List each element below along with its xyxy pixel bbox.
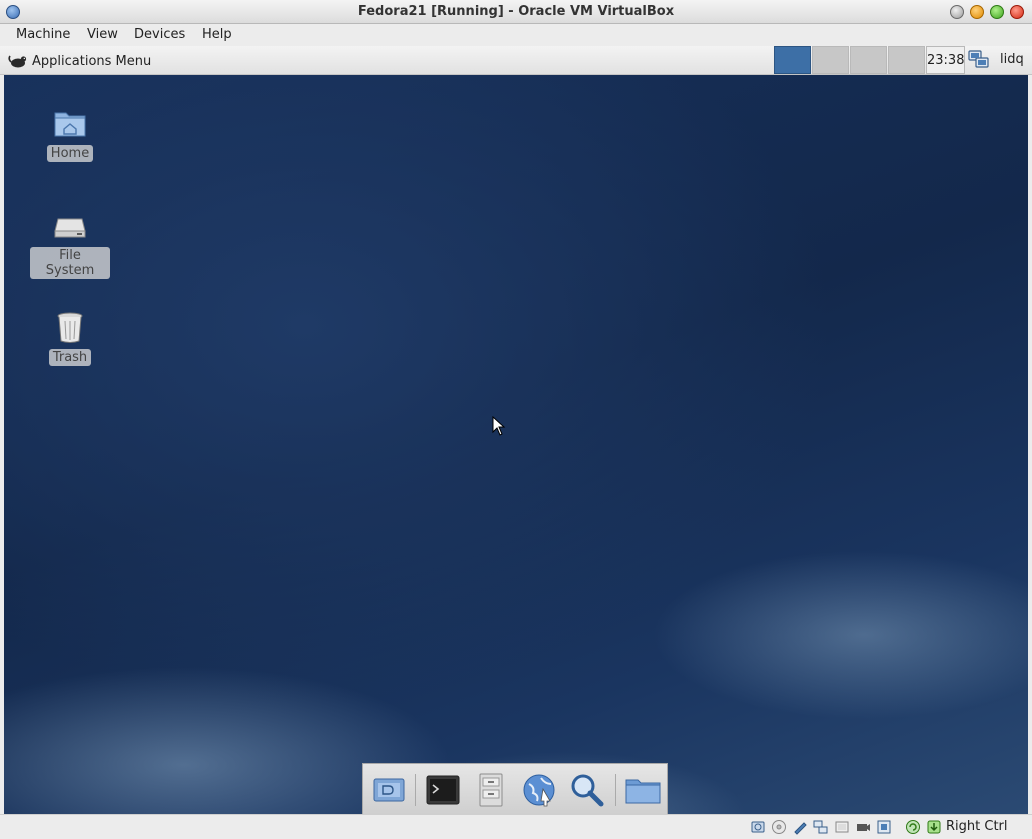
vbox-menubar: Machine View Devices Help [0,24,1032,46]
window-titlebar[interactable]: Fedora21 [Running] - Oracle VM VirtualBo… [0,0,1032,24]
applications-menu-button[interactable]: Applications Menu [8,51,151,71]
mouse-integration-icon[interactable] [926,819,942,835]
maximize-button[interactable] [990,5,1004,19]
usb-icon[interactable] [792,819,808,835]
web-browser-icon [523,774,555,807]
vm-frame-right [1028,75,1032,814]
workspace-4[interactable] [888,46,925,74]
user-name[interactable]: lidq [1000,52,1024,67]
folder-icon [625,779,661,804]
shared-folders-icon[interactable] [813,819,829,835]
video-capture-icon[interactable] [855,819,871,835]
guest-desktop[interactable]: Home File System Trash [4,75,1028,814]
applications-menu-label: Applications Menu [32,53,152,69]
desktop-icon-home[interactable]: Home [30,105,110,162]
show-desktop-icon [373,778,405,802]
workspace-1[interactable] [774,46,811,74]
search-icon [571,774,604,807]
terminal-icon [426,775,460,805]
network-icon[interactable] [876,819,892,835]
menu-help[interactable]: Help [202,27,232,42]
vbox-statusbar: Right Ctrl [0,814,1032,839]
window-title: Fedora21 [Running] - Oracle VM VirtualBo… [357,4,675,19]
dock-app-finder[interactable] [567,771,607,809]
xfce-mouse-icon [8,55,27,68]
shade-button[interactable] [950,5,964,19]
desktop-icon-label: Trash [48,349,92,366]
host-key-label: Right Ctrl [946,819,1008,834]
trash-icon [57,312,83,343]
workspace-3[interactable] [850,46,887,74]
guest-top-panel: Applications Menu 23:38 lidq [0,46,1032,75]
minimize-button[interactable] [970,5,984,19]
display-icon[interactable] [834,819,850,835]
dock-folder[interactable] [623,771,663,809]
desktop-icon-trash[interactable]: Trash [30,309,110,366]
cpu-icon[interactable] [905,819,921,835]
hard-disk-icon[interactable] [750,819,766,835]
workspace-2[interactable] [812,46,849,74]
desktop-icon-label: File System [30,247,110,279]
mouse-cursor-icon [492,416,506,436]
guest-dock [362,763,668,814]
file-manager-icon [479,773,503,807]
panel-clock[interactable]: 23:38 [926,46,965,74]
desktop-icon-label: Home [46,145,94,162]
menu-machine[interactable]: Machine [16,27,70,42]
dock-file-manager[interactable] [471,771,511,809]
menu-view[interactable]: View [87,27,118,42]
optical-drive-icon[interactable] [771,819,787,835]
menu-devices[interactable]: Devices [134,27,185,42]
dock-show-desktop[interactable] [369,771,409,809]
network-icon[interactable] [967,49,991,71]
dock-terminal[interactable] [423,771,463,809]
desktop-icon-file-system[interactable]: File System [30,207,110,279]
dock-web-browser[interactable] [519,771,559,809]
home-folder-icon [54,112,86,137]
close-button[interactable] [1010,5,1024,19]
hard-drive-icon [54,218,86,238]
